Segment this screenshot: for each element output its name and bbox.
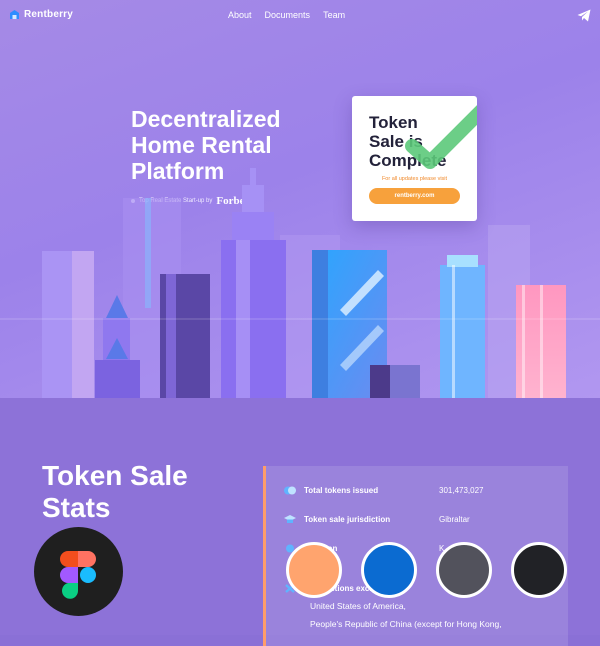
stat-label: Total tokens issued — [304, 486, 379, 495]
stat-value: Gibraltar — [439, 515, 470, 524]
stat-label: Token sale jurisdiction — [304, 515, 391, 524]
figma-icon — [60, 551, 96, 599]
excluded-jurisdictions-list: United States of America, People's Repub… — [310, 597, 502, 633]
figma-badge[interactable] — [34, 527, 123, 616]
stats-title-line: Stats — [42, 492, 111, 523]
color-swatch-blue[interactable] — [361, 542, 417, 598]
rentberry-logo-icon — [10, 10, 19, 19]
nav-documents[interactable]: Documents — [265, 10, 311, 20]
nav-about[interactable]: About — [228, 10, 252, 20]
stat-value: 301,473,027 — [439, 486, 484, 495]
hero-section: Rentberry About Documents Team Decentral… — [0, 0, 600, 398]
nav-team[interactable]: Team — [323, 10, 345, 20]
list-item: People's Republic of China (except for H… — [310, 619, 502, 629]
checkmark-icon — [405, 105, 477, 169]
rentberry-link-button[interactable]: rentberry.com — [369, 188, 460, 204]
nav-links: About Documents Team — [228, 10, 345, 20]
stats-title-line: Token Sale — [42, 460, 188, 491]
city-skyline-illustration — [0, 168, 600, 398]
coins-icon — [284, 486, 296, 495]
headline-line: Home Rental — [131, 132, 272, 158]
token-sale-card: Token Sale is Complete For all updates p… — [352, 96, 477, 221]
brand-name: Rentberry — [24, 9, 74, 20]
stat-row-tokens: Total tokens issued 301,473,027 — [284, 486, 554, 495]
telegram-icon[interactable] — [577, 9, 591, 22]
brand-logo[interactable]: Rentberry — [9, 9, 73, 20]
headline-line: Decentralized — [131, 106, 281, 132]
stats-title: Token Sale Stats — [42, 460, 188, 524]
top-navbar: Rentberry About Documents Team — [0, 0, 600, 34]
color-swatch-gray[interactable] — [436, 542, 492, 598]
card-note: For all updates please visit — [381, 176, 448, 182]
list-item: United States of America, — [310, 601, 406, 611]
stat-row-jurisdiction: Token sale jurisdiction Gibraltar — [284, 515, 554, 524]
graduation-cap-icon — [284, 515, 296, 523]
color-swatch-black[interactable] — [511, 542, 567, 598]
color-swatch-orange[interactable] — [286, 542, 342, 598]
